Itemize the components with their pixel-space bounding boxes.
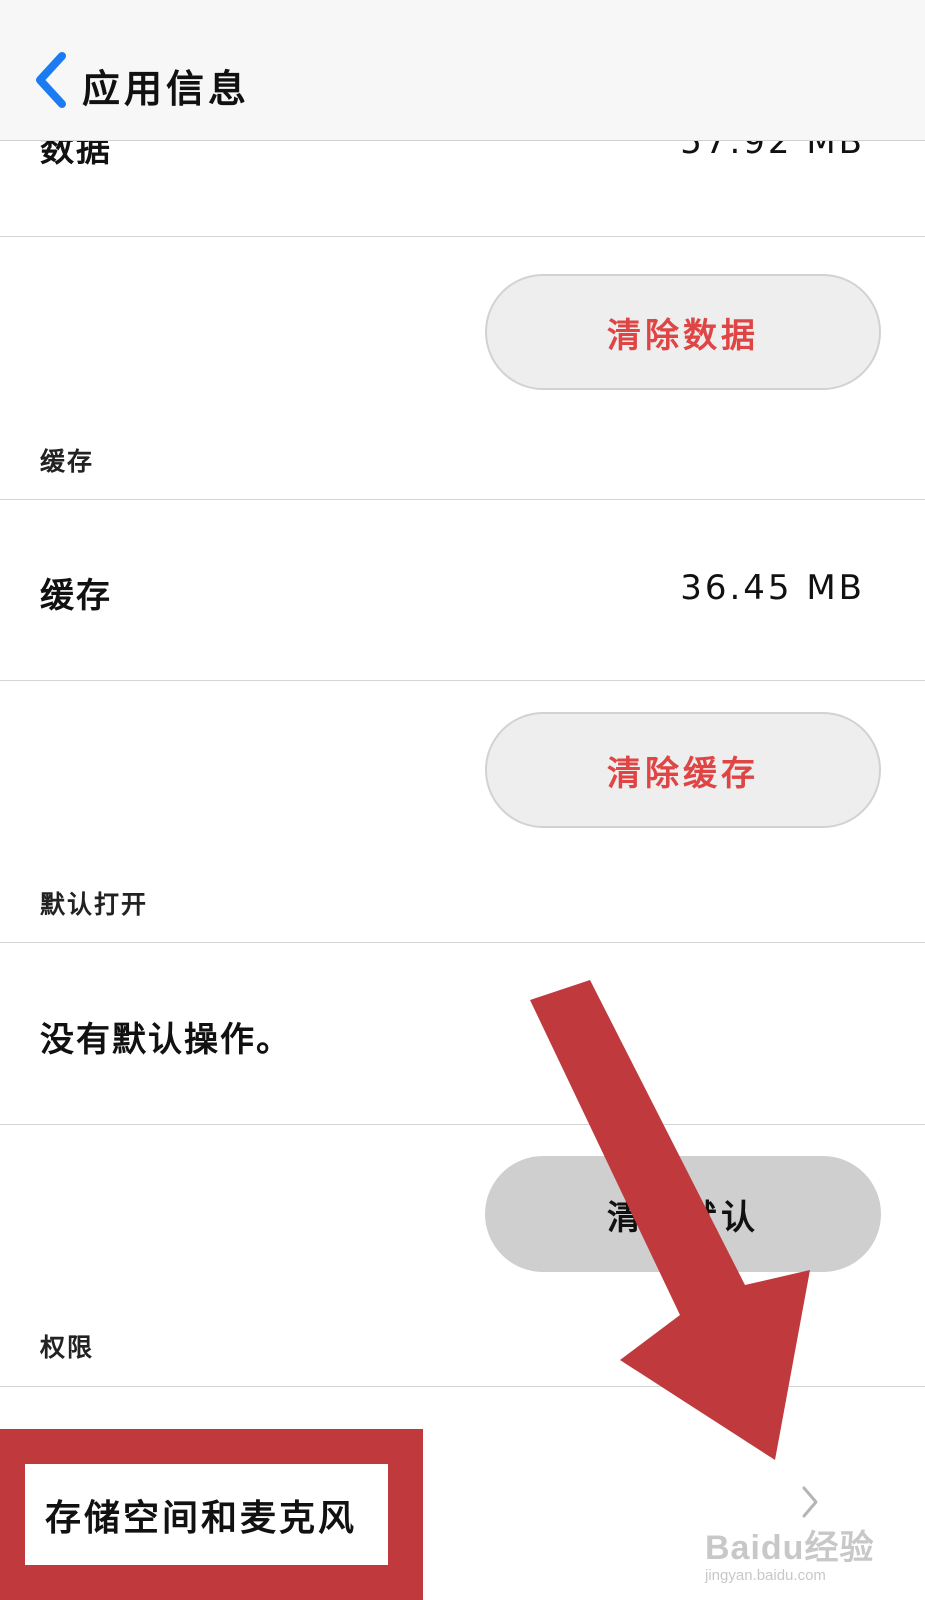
cache-section-header: 缓存	[40, 447, 95, 476]
permissions-section-header: 权限	[40, 1333, 95, 1362]
clear-data-button[interactable]: 清除数据	[485, 274, 881, 390]
divider	[0, 499, 925, 500]
cache-label: 缓存	[40, 576, 112, 616]
page-title: 应用信息	[82, 67, 251, 111]
divider	[0, 942, 925, 943]
no-default-actions-text: 没有默认操作。	[40, 1020, 292, 1060]
default-open-section-header: 默认打开	[40, 890, 149, 919]
status-bar-icons: ⌃	[560, 0, 578, 11]
annotation-arrow-icon	[530, 980, 810, 1460]
permissions-storage-microphone-item[interactable]: 存储空间和麦克风	[25, 1464, 388, 1565]
chevron-right-icon[interactable]	[800, 1485, 820, 1519]
status-bar-icons-right: ⌃	[845, 0, 863, 11]
watermark: Baidu经验 jingyan.baidu.com	[705, 1520, 874, 1584]
watermark-logo: Baidu经验	[705, 1529, 875, 1567]
cache-size-value: 36.45 MB	[680, 568, 865, 608]
annotation-highlight-box: 存储空间和麦克风	[0, 1429, 423, 1600]
divider	[0, 680, 925, 681]
title-bar: ⌃ ⌃ 应用信息	[0, 0, 925, 141]
chevron-left-icon[interactable]	[30, 50, 74, 110]
watermark-url: jingyan.baidu.com	[705, 1567, 826, 1584]
clear-cache-button[interactable]: 清除缓存	[485, 712, 881, 828]
divider	[0, 236, 925, 237]
